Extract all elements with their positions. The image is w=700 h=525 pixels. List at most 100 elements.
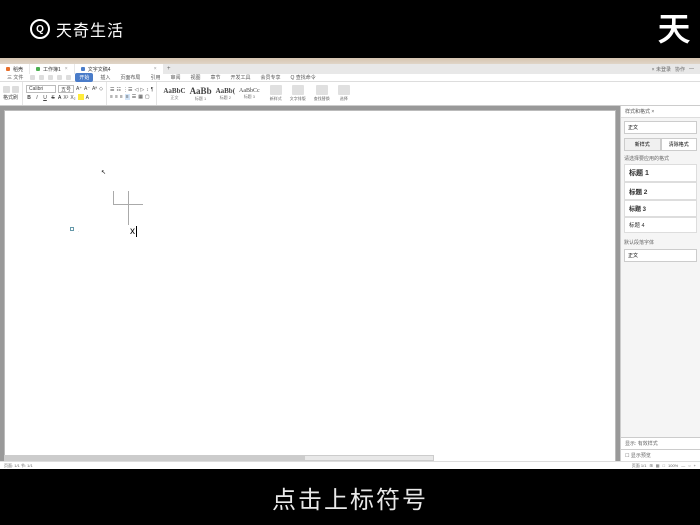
format-painter-button[interactable]: 格式刷	[3, 94, 18, 101]
clear-format-icon[interactable]: ◇	[99, 86, 103, 92]
tab-close-icon[interactable]: ×	[154, 66, 157, 72]
tab-docer[interactable]: 稻壳	[0, 64, 29, 74]
align-left-icon[interactable]: ≡	[110, 94, 113, 100]
style-heading2[interactable]: AaBb( 标题 2	[216, 87, 235, 101]
menu-sections[interactable]: 章节	[207, 74, 223, 81]
file-menu[interactable]: 三 文件	[4, 74, 26, 81]
new-style-button[interactable]: 新样式	[266, 82, 286, 105]
view-mode-icon[interactable]: ⊞	[649, 463, 652, 469]
number-list-icon[interactable]: ☷	[117, 87, 121, 93]
increase-font-icon[interactable]: A⁺	[76, 86, 82, 92]
show-marks-icon[interactable]: ¶	[151, 87, 154, 93]
status-item[interactable]: 页面 1/1	[632, 463, 647, 469]
zoom-slider[interactable]: ○	[688, 463, 690, 469]
menu-layout[interactable]: 页面布局	[117, 74, 143, 81]
change-case-icon[interactable]: Aª	[92, 86, 97, 92]
menu-home[interactable]: 开始	[75, 73, 93, 82]
strikethrough-button[interactable]: S	[50, 95, 56, 101]
qat-icon[interactable]	[66, 75, 71, 80]
style-item-heading1[interactable]: 标题 1	[624, 164, 697, 182]
menu-review[interactable]: 审阅	[167, 74, 183, 81]
text-tools-icon	[292, 85, 304, 95]
bullet-list-icon[interactable]: ☰	[110, 87, 114, 93]
superscript-button[interactable]: X²	[63, 95, 68, 101]
paste-icon[interactable]	[3, 86, 10, 93]
qat-icon[interactable]	[57, 75, 62, 80]
zoom-level[interactable]: 100%	[668, 463, 678, 469]
status-right-group: 页面 1/1 ⊞ ▦ □ 100% — ○ +	[632, 463, 696, 469]
underline-button[interactable]: U	[42, 95, 48, 101]
style-heading3[interactable]: AaBbCc 标题 3	[239, 88, 260, 100]
current-style-box[interactable]: 正文	[624, 121, 697, 134]
style-item-heading3[interactable]: 标题 3	[624, 200, 697, 217]
document-viewport[interactable]: · x	[0, 106, 620, 461]
sort-icon[interactable]: ↕	[146, 87, 149, 93]
tab-workbook[interactable]: 工作簿1 ×	[30, 64, 74, 74]
panel-title: 样式和格式 ×	[621, 106, 700, 118]
style-normal[interactable]: AaBbC 正文	[163, 87, 185, 101]
highlight-button[interactable]	[78, 94, 84, 102]
zoom-in-icon[interactable]: +	[694, 463, 696, 469]
collab-button[interactable]: 协作	[675, 66, 685, 73]
menu-references[interactable]: 引用	[147, 74, 163, 81]
document-text-content[interactable]: x	[130, 226, 137, 237]
select-button[interactable]: 选择	[334, 82, 354, 105]
align-right-icon[interactable]: ≡	[120, 94, 123, 100]
cut-icon[interactable]	[12, 86, 19, 93]
titlebar-right: × 未登录 协作 —	[652, 66, 700, 73]
style-item-normal[interactable]: 正文	[624, 249, 697, 262]
align-justify-icon[interactable]: ≡	[125, 94, 130, 100]
tab-add-button[interactable]: +	[164, 64, 174, 74]
menu-search[interactable]: Q 查找命令	[288, 74, 319, 81]
subscript-button[interactable]: X₂	[70, 95, 75, 101]
decrease-font-icon[interactable]: A⁻	[84, 86, 90, 92]
shading-icon[interactable]: ▦	[138, 94, 143, 100]
document-page[interactable]: · x	[4, 110, 616, 461]
text-tools-button[interactable]: 文字排版	[286, 82, 310, 105]
menu-member[interactable]: 会员专享	[258, 74, 284, 81]
qat-icon[interactable]	[48, 75, 53, 80]
window-minimize-icon[interactable]: —	[689, 66, 694, 72]
find-replace-button[interactable]: 查找替换	[310, 82, 334, 105]
font-name-select[interactable]: Calibri	[26, 85, 56, 93]
style-item-heading2[interactable]: 标题 2	[624, 182, 697, 200]
multilevel-list-icon[interactable]: ⋮☰	[123, 87, 132, 93]
panel-show-select[interactable]: 显示: 有效样式	[621, 437, 700, 449]
style-item-heading4[interactable]: 标题 4	[624, 217, 697, 233]
font-size-select[interactable]: 五号	[58, 85, 74, 93]
font-shading-button[interactable]: A	[86, 95, 89, 101]
menu-devtools[interactable]: 开发工具	[228, 74, 254, 81]
panel-section-label: 请选择要应用的格式	[624, 155, 697, 162]
italic-button[interactable]: I	[34, 95, 40, 101]
borders-icon[interactable]: ▢	[145, 94, 150, 100]
qat-icon[interactable]	[30, 75, 35, 80]
menu-bar: 三 文件 开始 插入 页面布局 引用 审阅 视图 章节 开发工具 会员专享 Q …	[0, 74, 700, 82]
login-status[interactable]: × 未登录	[652, 66, 671, 73]
view-mode-icon[interactable]: ▦	[656, 463, 660, 469]
decrease-indent-icon[interactable]: ◁	[134, 87, 138, 93]
qat-icon[interactable]	[39, 75, 44, 80]
scrollbar-thumb[interactable]	[5, 456, 305, 460]
site-logo: Q 天奇生活	[30, 17, 124, 41]
tab-close-icon[interactable]: ×	[65, 66, 68, 72]
menu-view[interactable]: 视图	[187, 74, 203, 81]
panel-preview-check[interactable]: ☐ 显示预览	[621, 449, 700, 461]
increase-indent-icon[interactable]: ▷	[140, 87, 144, 93]
zoom-out-icon[interactable]: —	[681, 463, 685, 469]
bold-button[interactable]: B	[26, 95, 32, 101]
find-icon	[316, 85, 328, 95]
panel-tab-newstyle[interactable]: 新样式	[624, 138, 661, 151]
horizontal-scrollbar[interactable]	[4, 455, 434, 461]
menu-insert[interactable]: 插入	[97, 74, 113, 81]
logo-icon: Q	[30, 19, 50, 39]
panel-tab-clear[interactable]: 清除格式	[661, 138, 698, 151]
view-mode-icon[interactable]: □	[663, 463, 665, 469]
align-center-icon[interactable]: ≡	[115, 94, 118, 100]
default-font-label: 默认段落字体	[624, 239, 697, 246]
line-spacing-icon[interactable]: ☰	[132, 94, 136, 100]
style-heading1[interactable]: AaBb 标题 1	[190, 86, 212, 102]
font-color-button[interactable]: A	[58, 95, 61, 101]
ribbon-font-group: Calibri 五号 A⁺ A⁻ Aª ◇ B I U S A X² X₂ A	[23, 82, 107, 105]
styles-side-panel: 样式和格式 × 正文 新样式 清除格式 请选择要应用的格式 标题 1 标题 2 …	[620, 106, 700, 461]
ribbon-toolbar: 格式刷 Calibri 五号 A⁺ A⁻ Aª ◇ B I U S A X² X…	[0, 82, 700, 106]
